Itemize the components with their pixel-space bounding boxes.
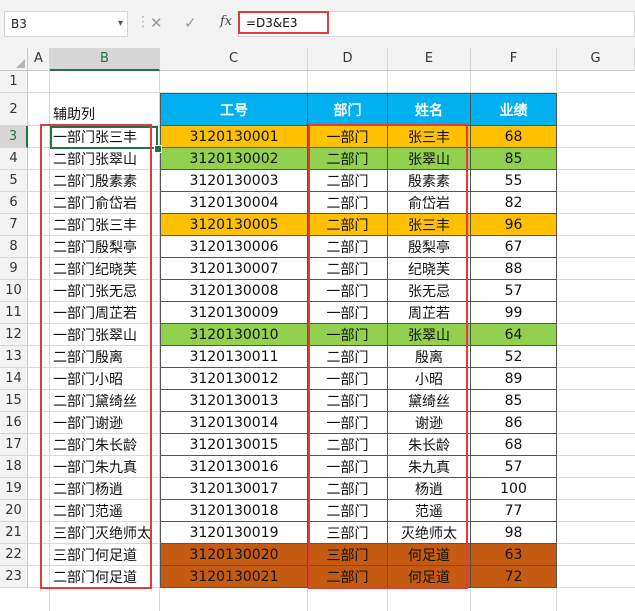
table-cell-id[interactable]: 3120130008: [160, 280, 308, 302]
table-cell-score[interactable]: 96: [471, 214, 557, 236]
helper-column-highlight-box: [40, 124, 152, 589]
table-cell-id[interactable]: 3120130016: [160, 456, 308, 478]
table-cell-id[interactable]: 3120130018: [160, 500, 308, 522]
table-cell-id[interactable]: 3120130012: [160, 368, 308, 390]
table-cell-id[interactable]: 3120130020: [160, 544, 308, 566]
table-cell-score[interactable]: 77: [471, 500, 557, 522]
table-cell-score[interactable]: 99: [471, 302, 557, 324]
table-cell-score[interactable]: 72: [471, 566, 557, 588]
table-cell-id[interactable]: 3120130014: [160, 412, 308, 434]
helper-column-title: 辅助列: [53, 106, 95, 123]
table-cell-score[interactable]: 64: [471, 324, 557, 346]
table-cell-id[interactable]: 3120130003: [160, 170, 308, 192]
table-cell-id[interactable]: 3120130004: [160, 192, 308, 214]
table-cell-score[interactable]: 100: [471, 478, 557, 500]
table-cell-score[interactable]: 86: [471, 412, 557, 434]
dept-name-highlight-box: [308, 124, 468, 589]
table-cell-id[interactable]: 3120130006: [160, 236, 308, 258]
table-cell-id[interactable]: 3120130001: [160, 126, 308, 148]
table-cell-id[interactable]: 3120130013: [160, 390, 308, 412]
table-cell-score[interactable]: 82: [471, 192, 557, 214]
table-header-cell[interactable]: 部门: [308, 93, 388, 126]
table-cell-id[interactable]: 3120130010: [160, 324, 308, 346]
table-cell-score[interactable]: 63: [471, 544, 557, 566]
table-cell-id[interactable]: 3120130011: [160, 346, 308, 368]
table-cell-id[interactable]: 3120130009: [160, 302, 308, 324]
table-cell-id[interactable]: 3120130007: [160, 258, 308, 280]
table-cell-score[interactable]: 88: [471, 258, 557, 280]
table-cell-score[interactable]: 98: [471, 522, 557, 544]
table-cell-id[interactable]: 3120130019: [160, 522, 308, 544]
fill-handle[interactable]: [154, 145, 162, 153]
table-cell-score[interactable]: 85: [471, 148, 557, 170]
table-cell-id[interactable]: 3120130005: [160, 214, 308, 236]
table-header-cell[interactable]: 姓名: [388, 93, 471, 126]
table-cell-id[interactable]: 3120130002: [160, 148, 308, 170]
table-cell-score[interactable]: 55: [471, 170, 557, 192]
table-header-cell[interactable]: 业绩: [471, 93, 557, 126]
table-cell-score[interactable]: 89: [471, 368, 557, 390]
table-cell-score[interactable]: 67: [471, 236, 557, 258]
table-cell-score[interactable]: 68: [471, 126, 557, 148]
table-cell-score[interactable]: 85: [471, 390, 557, 412]
table-cell-score[interactable]: 68: [471, 434, 557, 456]
table-cell-id[interactable]: 3120130017: [160, 478, 308, 500]
table-cell-id[interactable]: 3120130021: [160, 566, 308, 588]
table-cell-score[interactable]: 57: [471, 280, 557, 302]
table-cell-id[interactable]: 3120130015: [160, 434, 308, 456]
table-header-cell[interactable]: 工号: [160, 93, 308, 126]
table-cell-score[interactable]: 57: [471, 456, 557, 478]
table-cell-score[interactable]: 52: [471, 346, 557, 368]
